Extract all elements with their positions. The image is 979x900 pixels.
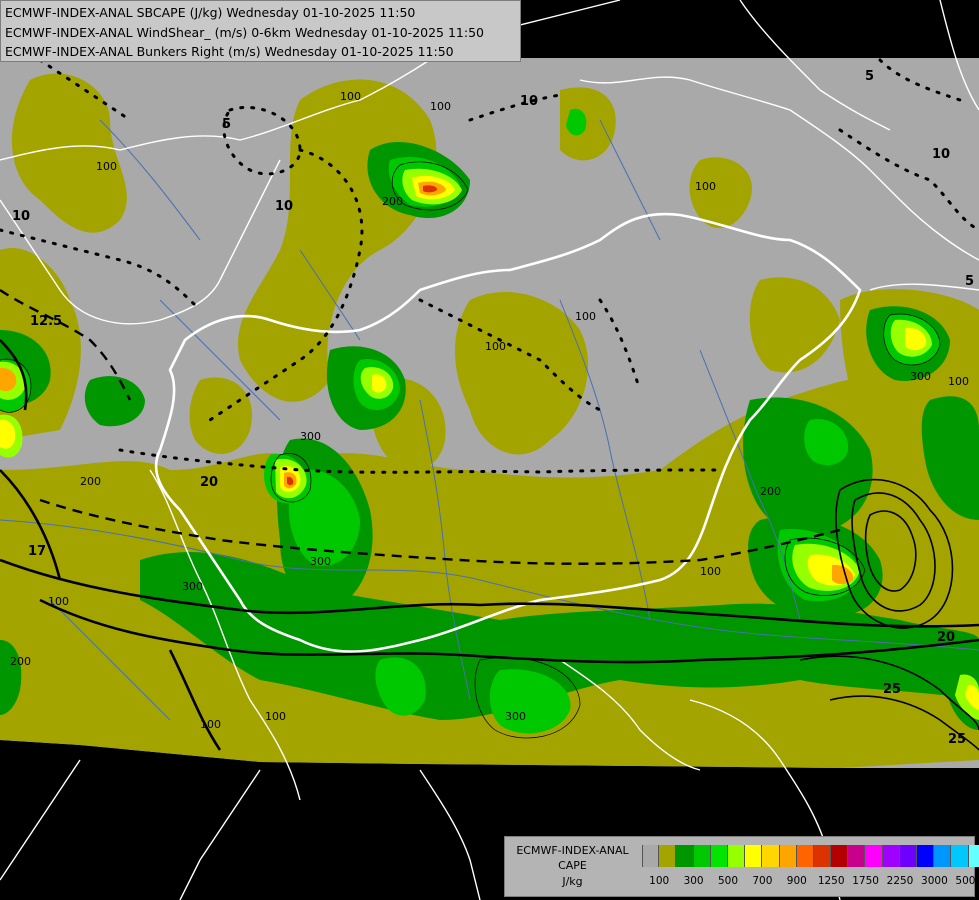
shear-label: 17: [28, 544, 46, 559]
title-line-bunkers: ECMWF-INDEX-ANAL Bunkers Right (m/s) Wed…: [5, 44, 454, 59]
legend-swatch: [710, 845, 728, 867]
cape-label: 100: [48, 595, 69, 608]
shear-label: 5: [222, 117, 231, 132]
legend-tick-label: 1750: [852, 875, 879, 887]
cape-label: 200: [382, 195, 403, 208]
legend-swatch: [779, 845, 797, 867]
shear-label: 10: [12, 209, 30, 224]
cape-label: 200: [760, 485, 781, 498]
legend-swatch: [676, 845, 694, 867]
legend-tick-label: 1250: [817, 875, 845, 887]
legend-tick-label: 500: [717, 875, 739, 887]
legend-tick-label: 3000: [921, 875, 948, 887]
legend-swatch: [951, 845, 969, 867]
legend-unit-label: J/kg: [562, 875, 583, 888]
legend-tick-label: 2250: [886, 875, 914, 887]
legend-swatch: [813, 845, 832, 867]
cape-label: 100: [430, 100, 451, 113]
legend-model-label: ECMWF-INDEX-ANAL: [516, 844, 629, 857]
title-line-windshear: ECMWF-INDEX-ANAL WindShear_ (m/s) 0-6km …: [5, 24, 484, 40]
legend-swatch: [968, 845, 979, 867]
shear-label: 10: [520, 94, 538, 109]
shear-label: 12.5: [30, 314, 62, 329]
cape-label: 200: [10, 655, 31, 668]
shear-label: 10: [932, 147, 950, 162]
cape-label: 100: [575, 310, 596, 323]
legend-tick-label: 700: [752, 875, 773, 887]
legend-swatch: [642, 845, 660, 867]
legend-swatch: [796, 845, 814, 867]
legend-swatch: [865, 845, 883, 867]
cape-label: 300: [182, 580, 203, 593]
shear-label: 5: [965, 274, 974, 289]
title-line-sbcape: ECMWF-INDEX-ANAL SBCAPE (J/kg) Wednesday…: [5, 5, 416, 20]
legend-swatch: [659, 845, 677, 867]
shear-label: 20: [200, 475, 218, 490]
legend-swatch: [693, 845, 711, 867]
shear-label: 5: [865, 69, 874, 84]
legend-color-scale: [642, 845, 979, 867]
legend-swatch: [831, 845, 849, 867]
forecast-map: 100 100 100 100 100 100 100 100 100 100 …: [0, 0, 979, 900]
cape-label: 300: [505, 710, 526, 723]
legend-swatch: [899, 845, 917, 867]
legend-swatch: [882, 845, 900, 867]
legend-tick-labels: 100 300 500 700 900 1250 1750 2250 3000 5000: [642, 875, 979, 889]
shear-label: 10: [275, 199, 293, 214]
legend-tick-label: 100: [649, 875, 670, 887]
cape-label: 100: [700, 565, 721, 578]
shear-label: 25: [883, 682, 901, 697]
legend-swatch: [762, 845, 780, 867]
shear-label: 20: [937, 630, 955, 645]
cape-label: 100: [695, 180, 716, 193]
shear-label: 25: [948, 732, 966, 747]
legend-swatch: [917, 845, 935, 867]
legend-variable-label: CAPE: [558, 859, 587, 872]
cape-label: 100: [485, 340, 506, 353]
cape-label: 100: [340, 90, 361, 103]
legend-swatch: [934, 845, 952, 867]
cape-label: 100: [948, 375, 969, 388]
legend-tick-label: 900: [786, 875, 807, 887]
legend-swatch: [745, 845, 763, 867]
cape-label: 300: [310, 555, 331, 568]
cape-label: 100: [200, 718, 221, 731]
legend-tick-label: 5000: [955, 875, 979, 887]
cape-label: 300: [300, 430, 321, 443]
legend-tick-label: 300: [683, 875, 704, 887]
legend-swatch: [848, 845, 866, 867]
cape-legend: ECMWF-INDEX-ANAL CAPE J/kg 100 300 500 700 9…: [504, 836, 979, 897]
cape-label: 100: [265, 710, 286, 723]
cape-label: 100: [96, 160, 117, 173]
legend-swatch: [727, 845, 746, 867]
map-title-box: ECMWF-INDEX-ANAL SBCAPE (J/kg) Wednesday…: [0, 0, 521, 62]
cape-label: 200: [80, 475, 101, 488]
cape-label: 300: [910, 370, 931, 383]
